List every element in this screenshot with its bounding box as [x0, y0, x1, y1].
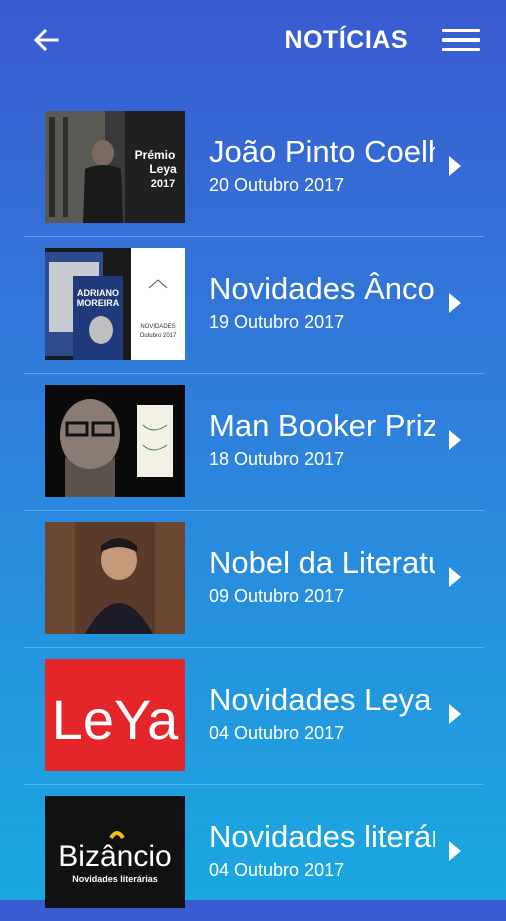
- chevron-right-icon: [449, 567, 461, 587]
- back-button[interactable]: [28, 24, 64, 56]
- news-item[interactable]: Prémio Leya 2017 João Pinto Coelho 20 Ou…: [24, 100, 484, 237]
- news-title: Novidades Âncora: [209, 271, 435, 306]
- news-title: Man Booker Prize: [209, 408, 435, 443]
- arrow-left-icon: [33, 28, 59, 52]
- news-title: Nobel da Literatura: [209, 545, 435, 580]
- news-thumbnail: Prémio Leya 2017: [45, 111, 185, 223]
- thumb-text: Outubro 2017: [140, 333, 177, 339]
- thumb-text: Leya: [149, 162, 177, 176]
- news-title: Novidades literárias: [209, 819, 435, 854]
- thumb-text: MOREIRA: [77, 298, 120, 308]
- news-title: João Pinto Coelho: [209, 134, 435, 169]
- leya-logo: LeYa: [52, 688, 179, 751]
- news-item[interactable]: Bizâncio Novidades literárias Novidades …: [24, 785, 484, 921]
- chevron-right-icon: [449, 704, 461, 724]
- thumb-text: 2017: [151, 178, 175, 190]
- news-item[interactable]: Man Booker Prize 18 Outubro 2017: [24, 374, 484, 511]
- news-date: 18 Outubro 2017: [209, 449, 345, 469]
- news-thumbnail: [45, 385, 185, 497]
- menu-button[interactable]: [442, 24, 480, 56]
- news-date: 04 Outubro 2017: [209, 860, 345, 880]
- news-item[interactable]: ADRIANO MOREIRA NOVIDADES Outubro 2017 N…: [24, 237, 484, 374]
- page-title: NOTÍCIAS: [284, 26, 408, 54]
- chevron-right-icon: [449, 841, 461, 861]
- bizancio-logo: Bizâncio: [58, 840, 171, 873]
- news-thumbnail: Bizâncio Novidades literárias: [45, 796, 185, 908]
- news-date: 19 Outubro 2017: [209, 312, 345, 332]
- chevron-right-icon: [449, 293, 461, 313]
- news-thumbnail: ADRIANO MOREIRA NOVIDADES Outubro 2017: [45, 248, 185, 360]
- thumb-text: ADRIANO: [77, 288, 119, 298]
- news-thumbnail: [45, 522, 185, 634]
- news-item[interactable]: LeYa Novidades Leya 04 Outubro 2017: [24, 648, 484, 785]
- chevron-right-icon: [449, 156, 461, 176]
- app-header: NOTÍCIAS: [0, 0, 506, 80]
- news-date: 20 Outubro 2017: [209, 175, 345, 195]
- news-item[interactable]: Nobel da Literatura 09 Outubro 2017: [24, 511, 484, 648]
- news-list: Prémio Leya 2017 João Pinto Coelho 20 Ou…: [24, 100, 484, 921]
- thumb-text: Novidades literárias: [72, 874, 158, 884]
- news-title: Novidades Leya: [209, 682, 432, 717]
- news-date: 04 Outubro 2017: [209, 723, 345, 743]
- news-thumbnail: LeYa: [45, 659, 185, 771]
- chevron-right-icon: [449, 430, 461, 450]
- news-date: 09 Outubro 2017: [209, 586, 345, 606]
- hamburger-menu-icon: [442, 28, 480, 33]
- thumb-text: Prémio: [135, 148, 176, 162]
- thumb-text: NOVIDADES: [140, 324, 175, 330]
